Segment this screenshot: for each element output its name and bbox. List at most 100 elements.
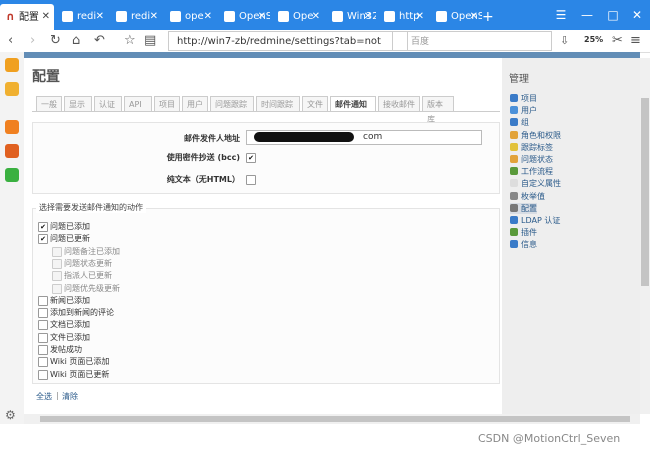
admin-sidebar-title: 管理 bbox=[509, 74, 529, 85]
maximize-icon[interactable]: □ bbox=[600, 0, 626, 30]
zoom-icon[interactable]: ⇩ bbox=[560, 30, 569, 52]
settings-tab[interactable]: 版本库 bbox=[422, 96, 454, 124]
admin-menu-item[interactable]: 配置 bbox=[510, 203, 537, 214]
select-all-link[interactable]: 全选 bbox=[36, 391, 52, 402]
browser-tab[interactable]: OpenS ✕ bbox=[218, 4, 270, 30]
browser-tab[interactable]: redi ✕ bbox=[56, 4, 108, 30]
admin-item-icon bbox=[510, 131, 518, 139]
bcc-label: 使用密件抄送 (bcc) bbox=[166, 153, 240, 162]
close-tab-icon[interactable]: ✕ bbox=[364, 4, 372, 30]
forward-icon[interactable]: › bbox=[30, 30, 35, 52]
clear-link[interactable]: 清除 bbox=[62, 391, 78, 402]
back-icon[interactable]: ‹ bbox=[8, 30, 13, 52]
close-tab-icon[interactable]: ✕ bbox=[470, 4, 478, 30]
plain-text-checkbox[interactable] bbox=[246, 175, 256, 185]
settings-gear-icon[interactable]: ⚙ bbox=[5, 408, 16, 422]
event-checkbox[interactable] bbox=[38, 308, 48, 318]
page-icon bbox=[116, 10, 127, 22]
page-icon bbox=[332, 10, 343, 22]
settings-tab[interactable]: 文件 bbox=[302, 96, 328, 111]
settings-tab[interactable]: 认证 bbox=[94, 96, 122, 111]
admin-menu-item[interactable]: 项目 bbox=[510, 93, 537, 104]
rss-icon[interactable] bbox=[5, 120, 19, 134]
admin-menu-item[interactable]: 信息 bbox=[510, 239, 537, 250]
browser-tab[interactable]: redi ✕ bbox=[110, 4, 162, 30]
admin-menu-item[interactable]: 跟踪标签 bbox=[510, 142, 553, 153]
event-label: 问题备注已添加 bbox=[64, 247, 120, 256]
favorite-icon[interactable]: ☆ bbox=[124, 30, 136, 52]
admin-menu-item[interactable]: 问题状态 bbox=[510, 154, 553, 165]
admin-menu-item[interactable]: 工作流程 bbox=[510, 166, 553, 177]
event-checkbox[interactable]: ✔ bbox=[38, 222, 48, 232]
event-checkbox[interactable]: ✔ bbox=[38, 234, 48, 244]
settings-tab[interactable]: 接收邮件 bbox=[378, 96, 420, 111]
settings-tab[interactable]: API bbox=[124, 96, 152, 111]
admin-item-label: LDAP 认证 bbox=[521, 216, 561, 225]
event-label: 问题已更新 bbox=[50, 234, 90, 243]
event-checkbox[interactable] bbox=[52, 271, 62, 281]
admin-item-label: 用户 bbox=[521, 106, 537, 115]
vertical-scroll-thumb[interactable] bbox=[641, 98, 649, 286]
favorites-icon[interactable] bbox=[5, 58, 19, 72]
admin-menu-item[interactable]: 组 bbox=[510, 117, 529, 128]
browser-tab[interactable]: ∩ 配置 ✕ bbox=[0, 4, 54, 30]
settings-tab[interactable]: 用户 bbox=[182, 96, 208, 111]
settings-tab[interactable]: 时间跟踪 bbox=[256, 96, 300, 111]
admin-item-icon bbox=[510, 204, 518, 212]
settings-tab[interactable]: 项目 bbox=[154, 96, 180, 111]
search-input[interactable]: 百度 bbox=[392, 31, 552, 51]
settings-tab[interactable]: 显示 bbox=[64, 96, 92, 111]
browser-tab[interactable]: Ope ✕ bbox=[272, 4, 324, 30]
minimize-icon[interactable]: — bbox=[574, 0, 600, 30]
weibo-icon[interactable] bbox=[5, 144, 19, 158]
horizontal-scroll-thumb[interactable] bbox=[40, 416, 630, 422]
event-checkbox[interactable] bbox=[38, 320, 48, 330]
share-icon[interactable]: ✂ bbox=[612, 30, 623, 52]
admin-menu-item[interactable]: LDAP 认证 bbox=[510, 215, 560, 226]
undo-icon[interactable]: ↶ bbox=[94, 30, 105, 52]
watermark: CSDN @MotionCtrl_Seven bbox=[478, 432, 621, 445]
admin-menu-item[interactable]: 插件 bbox=[510, 227, 537, 238]
address-bar[interactable]: http://win7-zb/redmine/settings?tab=not bbox=[168, 31, 408, 51]
settings-tab[interactable]: 问题跟踪 bbox=[210, 96, 254, 111]
close-tab-icon[interactable]: ✕ bbox=[150, 4, 158, 30]
settings-tab[interactable]: 邮件通知 bbox=[330, 96, 376, 112]
event-checkbox[interactable] bbox=[52, 247, 62, 257]
event-checkbox[interactable] bbox=[38, 357, 48, 367]
admin-menu-item[interactable]: 用户 bbox=[510, 105, 537, 116]
admin-menu-item[interactable]: 自定义属性 bbox=[510, 178, 561, 189]
menu-icon-2[interactable]: ≡ bbox=[630, 30, 641, 52]
browser-tab[interactable]: http ✕ bbox=[378, 4, 428, 30]
home-icon[interactable]: ⌂ bbox=[72, 30, 80, 52]
close-window-icon[interactable]: ✕ bbox=[624, 0, 650, 30]
settings-tab[interactable]: 一般 bbox=[36, 96, 62, 111]
event-checkbox[interactable] bbox=[52, 284, 62, 294]
admin-item-label: 项目 bbox=[521, 94, 537, 103]
admin-item-label: 插件 bbox=[521, 228, 537, 237]
reload-icon[interactable]: ↻ bbox=[50, 30, 61, 52]
event-checkbox[interactable] bbox=[38, 370, 48, 380]
menu-icon[interactable]: ☰ bbox=[548, 0, 574, 30]
browser-tab[interactable]: Win32,✕ bbox=[326, 4, 376, 30]
admin-item-icon bbox=[510, 94, 518, 102]
close-tab-icon[interactable]: ✕ bbox=[96, 4, 104, 30]
event-checkbox[interactable] bbox=[38, 345, 48, 355]
event-checkbox[interactable] bbox=[38, 296, 48, 306]
admin-menu-item[interactable]: 枚举值 bbox=[510, 191, 545, 202]
browser-tab[interactable]: OpenS ✕ bbox=[430, 4, 482, 30]
notes-icon[interactable] bbox=[5, 82, 19, 96]
close-tab-icon[interactable]: ✕ bbox=[42, 4, 50, 30]
event-checkbox[interactable] bbox=[38, 333, 48, 343]
browser-tab[interactable]: ope ✕ bbox=[164, 4, 216, 30]
bcc-checkbox[interactable]: ✔ bbox=[246, 153, 256, 163]
browser-tab-title: redi bbox=[77, 11, 97, 22]
reader-icon[interactable]: ▤ bbox=[144, 30, 156, 52]
admin-menu-item[interactable]: 角色和权限 bbox=[510, 130, 561, 141]
close-tab-icon[interactable]: ✕ bbox=[258, 4, 266, 30]
new-tab-button[interactable]: + bbox=[482, 4, 494, 30]
close-tab-icon[interactable]: ✕ bbox=[416, 4, 424, 30]
close-tab-icon[interactable]: ✕ bbox=[204, 4, 212, 30]
app-icon[interactable] bbox=[5, 168, 19, 182]
close-tab-icon[interactable]: ✕ bbox=[312, 4, 320, 30]
event-checkbox[interactable] bbox=[52, 259, 62, 269]
